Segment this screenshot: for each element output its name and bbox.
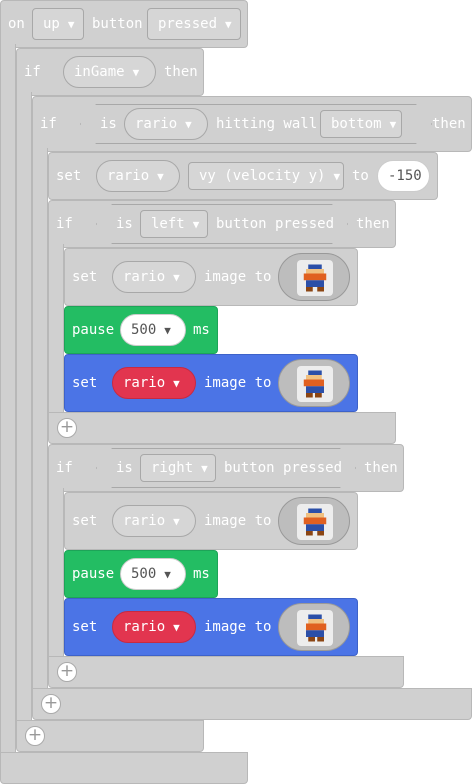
sprite-value: rario bbox=[135, 116, 178, 132]
event-block-footer bbox=[0, 752, 248, 784]
then-keyword: then bbox=[164, 64, 198, 80]
wall-dropdown[interactable]: bottom ▼ bbox=[320, 110, 402, 138]
pause-duration-dropdown[interactable]: 500 ▼ bbox=[120, 314, 186, 346]
if-right-footer bbox=[48, 656, 404, 688]
sprite-value: rario bbox=[123, 619, 166, 635]
sprite-variable[interactable]: rario ▼ bbox=[112, 261, 196, 293]
is-keyword: is bbox=[100, 116, 117, 132]
pause-duration-value: 500 bbox=[131, 566, 157, 582]
sprite-variable[interactable]: rario ▼ bbox=[124, 108, 208, 140]
sprite-value: rario bbox=[123, 375, 166, 391]
set-keyword: set bbox=[72, 375, 98, 391]
is-keyword: is bbox=[116, 216, 133, 232]
sprite-value: rario bbox=[123, 269, 166, 285]
chevron-down-icon: ▼ bbox=[333, 170, 341, 183]
property-dropdown[interactable]: vy (velocity y) ▼ bbox=[188, 162, 344, 190]
chevron-down-icon: ▼ bbox=[173, 621, 180, 634]
pause-keyword: pause bbox=[72, 566, 115, 582]
sprite-image-picker[interactable] bbox=[278, 603, 350, 651]
sprite-image-picker[interactable] bbox=[278, 497, 350, 545]
add-else-button[interactable]: + bbox=[57, 662, 77, 682]
add-else-button[interactable]: + bbox=[57, 418, 77, 438]
direction-value: right bbox=[151, 460, 194, 476]
chevron-down-icon: ▼ bbox=[173, 271, 180, 284]
direction-dropdown[interactable]: left ▼ bbox=[140, 210, 208, 238]
if-ingame-spine bbox=[16, 92, 32, 722]
is-keyword: is bbox=[116, 460, 133, 476]
chevron-down-icon: ▼ bbox=[164, 324, 171, 337]
button-pressed-label: button pressed bbox=[224, 460, 343, 476]
if-left-spine bbox=[48, 244, 64, 416]
sprite-variable[interactable]: rario ▼ bbox=[112, 505, 196, 537]
if-hitting-footer bbox=[32, 688, 472, 720]
to-keyword: to bbox=[352, 168, 369, 184]
property-value: vy (velocity y) bbox=[199, 168, 326, 184]
state-value: pressed bbox=[158, 16, 218, 32]
then-keyword: then bbox=[432, 116, 466, 132]
then-keyword: then bbox=[356, 216, 390, 232]
sprite-variable[interactable]: rario ▼ bbox=[96, 160, 180, 192]
image-to-label: image to bbox=[204, 619, 272, 635]
image-to-label: image to bbox=[204, 513, 272, 529]
pause-duration-value: 500 bbox=[131, 322, 157, 338]
then-keyword: then bbox=[364, 460, 398, 476]
sprite-value: rario bbox=[123, 513, 166, 529]
image-to-label: image to bbox=[204, 269, 272, 285]
if-left-footer bbox=[48, 412, 396, 444]
ingame-variable[interactable]: inGame ▼ bbox=[63, 56, 156, 88]
chevron-down-icon: ▼ bbox=[201, 462, 208, 475]
chevron-down-icon: ▼ bbox=[157, 170, 164, 183]
chevron-down-icon: ▼ bbox=[192, 218, 200, 231]
velocity-input[interactable]: -150 bbox=[377, 160, 430, 192]
rario-right-icon bbox=[297, 610, 333, 646]
chevron-down-icon: ▼ bbox=[173, 515, 180, 528]
set-keyword: set bbox=[56, 168, 82, 184]
ms-label: ms bbox=[193, 322, 210, 338]
add-else-button[interactable]: + bbox=[41, 694, 61, 714]
rario-jump-icon bbox=[297, 504, 333, 540]
sprite-image-picker[interactable] bbox=[278, 253, 350, 301]
rario-jump-icon bbox=[297, 260, 333, 296]
pause-duration-dropdown[interactable]: 500 ▼ bbox=[120, 558, 186, 590]
chevron-down-icon: ▼ bbox=[67, 18, 75, 31]
wall-value: bottom bbox=[331, 116, 382, 132]
chevron-down-icon: ▼ bbox=[132, 66, 140, 79]
if-right-spine bbox=[48, 488, 64, 660]
event-button-label: button bbox=[92, 16, 143, 32]
ingame-value: inGame bbox=[74, 64, 125, 80]
button-pressed-label: button pressed bbox=[216, 216, 335, 232]
add-else-button[interactable]: + bbox=[25, 726, 45, 746]
sprite-variable[interactable]: rario ▼ bbox=[112, 367, 196, 399]
rario-left-icon bbox=[297, 366, 333, 402]
state-dropdown[interactable]: pressed ▼ bbox=[147, 8, 241, 40]
sprite-value: rario bbox=[107, 168, 150, 184]
chevron-down-icon: ▼ bbox=[225, 18, 232, 31]
button-value: up bbox=[43, 16, 60, 32]
if-keyword: if bbox=[24, 64, 41, 80]
set-keyword: set bbox=[72, 619, 98, 635]
if-keyword: if bbox=[56, 460, 73, 476]
set-keyword: set bbox=[72, 269, 98, 285]
chevron-down-icon: ▼ bbox=[173, 377, 180, 390]
direction-value: left bbox=[151, 216, 185, 232]
button-dropdown[interactable]: up ▼ bbox=[32, 8, 84, 40]
if-hitting-spine bbox=[32, 148, 48, 692]
ms-label: ms bbox=[193, 566, 210, 582]
event-on-label: on bbox=[8, 16, 25, 32]
image-to-label: image to bbox=[204, 375, 272, 391]
direction-dropdown[interactable]: right ▼ bbox=[140, 454, 216, 482]
sprite-variable[interactable]: rario ▼ bbox=[112, 611, 196, 643]
event-block-spine bbox=[0, 44, 16, 754]
set-keyword: set bbox=[72, 513, 98, 529]
if-keyword: if bbox=[40, 116, 57, 132]
pause-keyword: pause bbox=[72, 322, 115, 338]
chevron-down-icon: ▼ bbox=[185, 118, 192, 131]
chevron-down-icon: ▼ bbox=[389, 118, 397, 131]
if-keyword: if bbox=[56, 216, 73, 232]
hitting-wall-label: hitting wall bbox=[216, 116, 318, 132]
chevron-down-icon: ▼ bbox=[164, 568, 171, 581]
sprite-image-picker[interactable] bbox=[278, 359, 350, 407]
